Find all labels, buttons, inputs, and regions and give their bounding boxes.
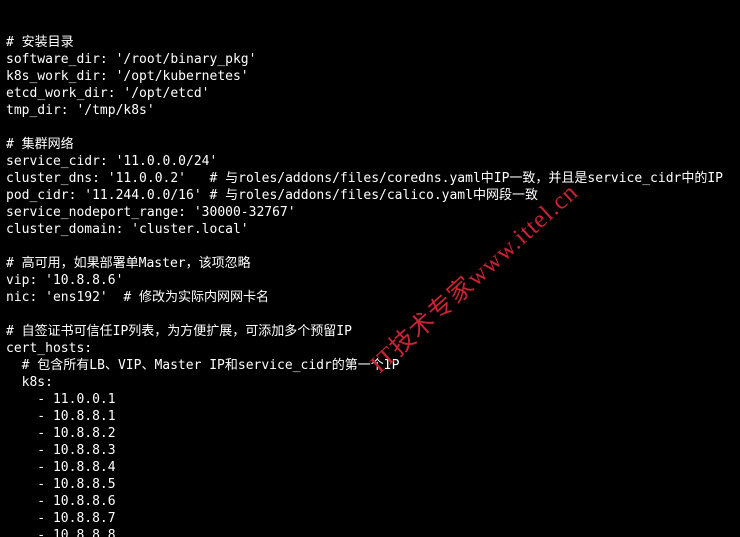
config-line: - 10.8.8.6 xyxy=(6,493,734,510)
config-line: pod_cidr: '11.244.0.0/16' # 与roles/addon… xyxy=(6,187,734,204)
config-line: cluster_domain: 'cluster.local' xyxy=(6,221,734,238)
yaml-config-text: # 安装目录software_dir: '/root/binary_pkg'k8… xyxy=(6,34,734,537)
config-line: - 10.8.8.5 xyxy=(6,476,734,493)
config-line: software_dir: '/root/binary_pkg' xyxy=(6,51,734,68)
config-line: # 自签证书可信任IP列表，为方便扩展，可添加多个预留IP xyxy=(6,323,734,340)
config-line: # 包含所有LB、VIP、Master IP和service_cidr的第一个I… xyxy=(6,357,734,374)
config-line: vip: '10.8.8.6' xyxy=(6,272,734,289)
config-line: # 高可用，如果部署单Master，该项忽略 xyxy=(6,255,734,272)
terminal-output: # 安装目录software_dir: '/root/binary_pkg'k8… xyxy=(0,0,740,537)
config-line xyxy=(6,306,734,323)
config-line: service_nodeport_range: '30000-32767' xyxy=(6,204,734,221)
config-line: k8s_work_dir: '/opt/kubernetes' xyxy=(6,68,734,85)
config-line: nic: 'ens192' # 修改为实际内网网卡名 xyxy=(6,289,734,306)
config-line: - 10.8.8.3 xyxy=(6,442,734,459)
config-line: k8s: xyxy=(6,374,734,391)
config-line: - 10.8.8.4 xyxy=(6,459,734,476)
config-line: - 11.0.0.1 xyxy=(6,391,734,408)
config-line: service_cidr: '11.0.0.0/24' xyxy=(6,153,734,170)
config-line: - 10.8.8.7 xyxy=(6,510,734,527)
config-line: - 10.8.8.1 xyxy=(6,408,734,425)
config-line xyxy=(6,119,734,136)
config-line: cluster_dns: '11.0.0.2' # 与roles/addons/… xyxy=(6,170,734,187)
config-line: - 10.8.8.2 xyxy=(6,425,734,442)
config-line: tmp_dir: '/tmp/k8s' xyxy=(6,102,734,119)
config-line: # 集群网络 xyxy=(6,136,734,153)
config-line: etcd_work_dir: '/opt/etcd' xyxy=(6,85,734,102)
config-line: # 安装目录 xyxy=(6,34,734,51)
config-line: cert_hosts: xyxy=(6,340,734,357)
config-line xyxy=(6,238,734,255)
config-line: - 10.8.8.8 xyxy=(6,527,734,537)
